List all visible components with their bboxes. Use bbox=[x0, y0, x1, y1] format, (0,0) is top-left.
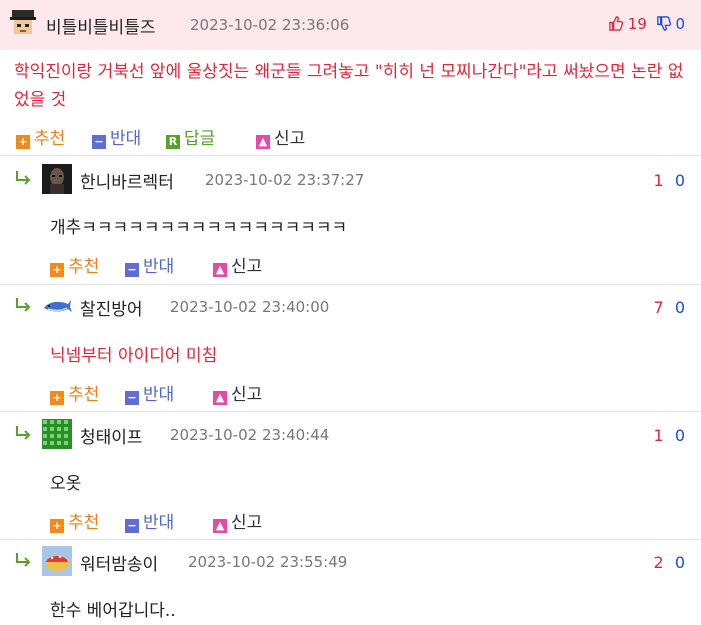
avatar bbox=[8, 8, 38, 38]
comment-date: 2023-10-02 23:55:49 bbox=[188, 553, 348, 571]
reply-actions: + 추천 − 반대 ▲ 신고 bbox=[50, 380, 310, 405]
divider bbox=[0, 539, 701, 540]
minus-icon: − bbox=[125, 391, 139, 405]
up-count[interactable]: 1 bbox=[654, 426, 664, 445]
minus-icon: − bbox=[125, 263, 139, 277]
up-count[interactable]: 7 bbox=[654, 298, 664, 317]
avatar bbox=[42, 164, 72, 194]
divider bbox=[0, 411, 701, 412]
up-count[interactable]: 1 bbox=[654, 171, 664, 190]
divider bbox=[0, 284, 701, 285]
report-label: 신고 bbox=[231, 257, 263, 277]
top-comment-header: 비틀비틀비틀즈 2023-10-02 23:36:06 19 0 bbox=[0, 0, 701, 50]
recommend-label: 추천 bbox=[68, 385, 100, 405]
vote-counts: 2 0 bbox=[654, 553, 685, 572]
report-button[interactable]: ▲ 신고 bbox=[256, 124, 305, 149]
recommend-button[interactable]: + 추천 bbox=[50, 380, 99, 405]
plus-icon: + bbox=[16, 135, 30, 149]
minus-icon: − bbox=[125, 519, 139, 533]
down-count[interactable]: 0 bbox=[675, 171, 685, 190]
thumbs-up-icon[interactable] bbox=[608, 16, 624, 31]
comment-text: 학익진이랑 거북선 앞에 울상짓는 왜군들 그려놓고 "히히 넌 모찌나간다"라… bbox=[14, 62, 684, 110]
avatar bbox=[42, 291, 72, 321]
report-icon: ▲ bbox=[256, 135, 270, 149]
vote-counts: 7 0 bbox=[654, 298, 685, 317]
recommend-label: 추천 bbox=[68, 513, 100, 533]
comment-date: 2023-10-02 23:37:27 bbox=[205, 171, 365, 189]
vote-counts: 19 0 bbox=[608, 15, 685, 33]
author-nickname[interactable]: 찰진방어 bbox=[80, 295, 143, 320]
reply-button[interactable]: R 답글 bbox=[166, 124, 215, 149]
reply-text: 오옷 bbox=[50, 474, 82, 494]
reply-text: 한수 베어갑니다.. bbox=[50, 601, 176, 621]
up-count[interactable]: 2 bbox=[654, 553, 664, 572]
oppose-label: 반대 bbox=[143, 385, 175, 405]
author-nickname[interactable]: 청태이프 bbox=[80, 423, 143, 448]
divider bbox=[0, 155, 701, 156]
recommend-button[interactable]: + 추천 bbox=[50, 508, 99, 533]
oppose-button[interactable]: − 반대 bbox=[125, 252, 174, 277]
minus-icon: − bbox=[92, 135, 106, 149]
recommend-label: 추천 bbox=[68, 257, 100, 277]
reply-arrow-icon bbox=[16, 426, 31, 440]
plus-icon: + bbox=[50, 263, 64, 277]
author-nickname[interactable]: 한니바르렉터 bbox=[80, 168, 174, 193]
author-nickname[interactable]: 워터밤송이 bbox=[80, 550, 158, 575]
plus-icon: + bbox=[50, 391, 64, 405]
oppose-button[interactable]: − 반대 bbox=[125, 508, 174, 533]
report-label: 신고 bbox=[274, 129, 306, 149]
report-label: 신고 bbox=[231, 385, 263, 405]
comment-actions: + 추천 − 반대 R 답글 ▲ 신고 bbox=[16, 124, 376, 149]
comment-date: 2023-10-02 23:36:06 bbox=[190, 16, 350, 34]
vote-counts: 1 0 bbox=[654, 171, 685, 190]
reply-actions: + 추천 − 반대 ▲ 신고 bbox=[50, 252, 310, 277]
report-button[interactable]: ▲ 신고 bbox=[213, 252, 262, 277]
oppose-button[interactable]: − 반대 bbox=[92, 124, 141, 149]
author-nickname[interactable]: 비틀비틀비틀즈 bbox=[46, 13, 155, 38]
oppose-label: 반대 bbox=[143, 257, 175, 277]
down-count: 0 bbox=[675, 15, 685, 33]
report-icon: ▲ bbox=[213, 263, 227, 277]
recommend-button[interactable]: + 추천 bbox=[50, 252, 99, 277]
vote-counts: 1 0 bbox=[654, 426, 685, 445]
reply-arrow-icon bbox=[16, 553, 31, 567]
report-button[interactable]: ▲ 신고 bbox=[213, 380, 262, 405]
report-icon: ▲ bbox=[213, 519, 227, 533]
report-button[interactable]: ▲ 신고 bbox=[213, 508, 262, 533]
oppose-label: 반대 bbox=[110, 129, 142, 149]
reply-actions: + 추천 − 반대 ▲ 신고 bbox=[50, 508, 310, 533]
up-count: 19 bbox=[627, 15, 647, 33]
thumbs-down-icon[interactable] bbox=[656, 16, 671, 31]
down-count[interactable]: 0 bbox=[675, 298, 685, 317]
report-icon: ▲ bbox=[213, 391, 227, 405]
down-count[interactable]: 0 bbox=[675, 426, 685, 445]
comment-date: 2023-10-02 23:40:44 bbox=[170, 426, 330, 444]
comment-date: 2023-10-02 23:40:00 bbox=[170, 298, 330, 316]
down-count[interactable]: 0 bbox=[675, 553, 685, 572]
report-label: 신고 bbox=[231, 513, 263, 533]
comment-section: 비틀비틀비틀즈 2023-10-02 23:36:06 19 0 학익진이랑 거… bbox=[0, 0, 701, 625]
avatar bbox=[42, 419, 72, 449]
reply-label: 답글 bbox=[184, 129, 216, 149]
oppose-button[interactable]: − 반대 bbox=[125, 380, 174, 405]
recommend-button[interactable]: + 추천 bbox=[16, 124, 65, 149]
reply-text: 닉넴부터 아이디어 미침 bbox=[50, 346, 218, 366]
oppose-label: 반대 bbox=[143, 513, 175, 533]
reply-icon: R bbox=[166, 135, 180, 149]
reply-arrow-icon bbox=[16, 171, 31, 185]
reply-text: 개추ㅋㅋㅋㅋㅋㅋㅋㅋㅋㅋㅋㅋㅋㅋㅋㅋㅋ bbox=[50, 218, 348, 238]
avatar bbox=[42, 546, 72, 576]
reply-arrow-icon bbox=[16, 298, 31, 312]
plus-icon: + bbox=[50, 519, 64, 533]
recommend-label: 추천 bbox=[34, 129, 66, 149]
